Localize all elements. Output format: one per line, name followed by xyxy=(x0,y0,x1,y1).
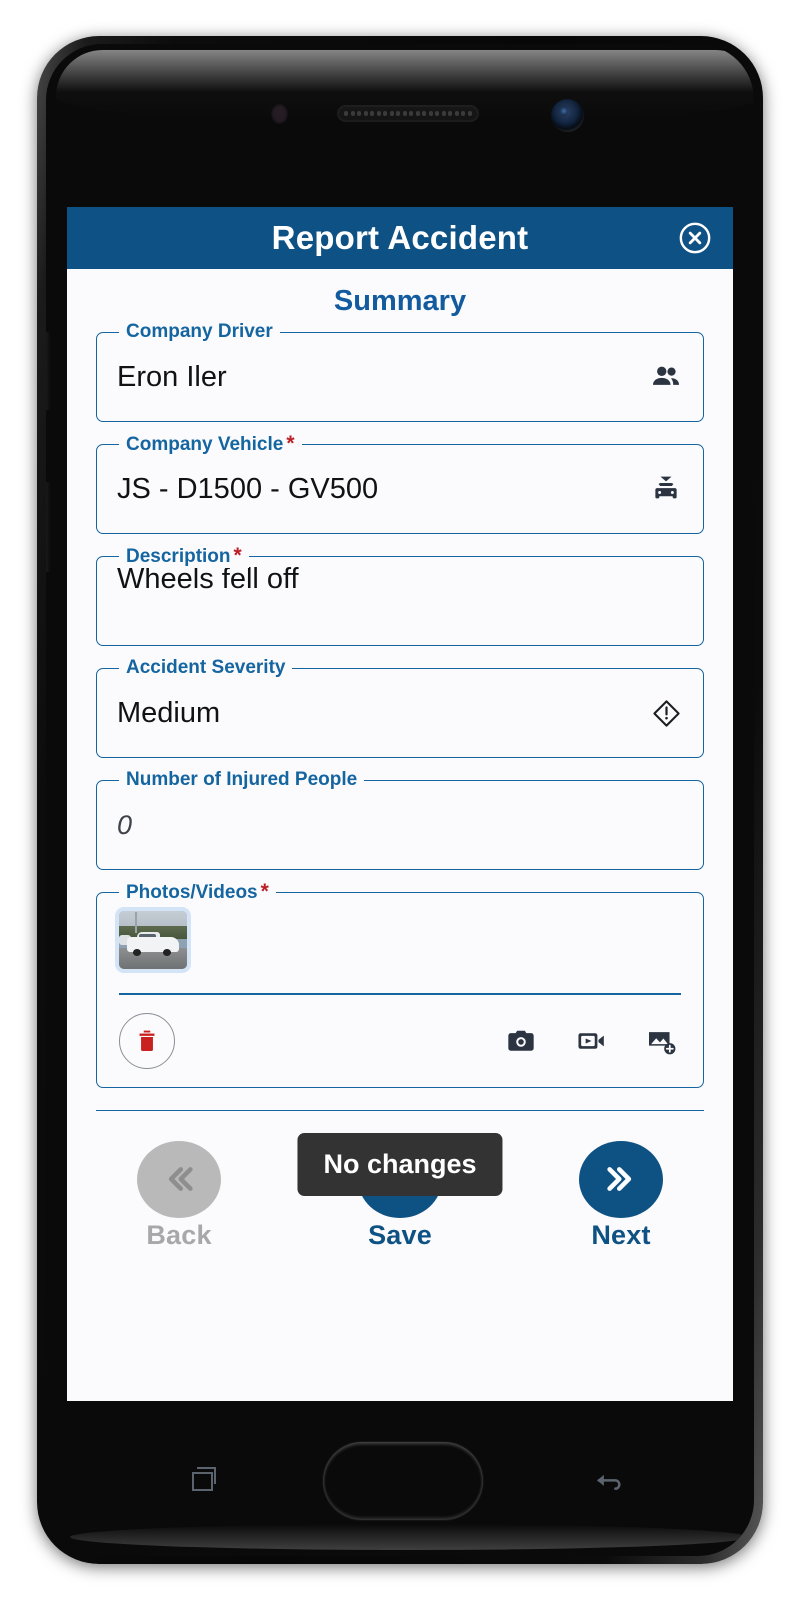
taxi-car-icon[interactable] xyxy=(649,472,683,506)
field-description[interactable]: Description * Wheels fell off xyxy=(96,545,704,646)
front-camera-icon xyxy=(551,99,584,132)
bottom-navigation: Back Save Next No changes xyxy=(67,1111,733,1251)
required-asterisk: * xyxy=(260,880,269,903)
double-chevron-right-icon xyxy=(579,1140,663,1218)
field-value-company-driver: Eron Iler xyxy=(117,360,227,393)
field-company-vehicle[interactable]: Company Vehicle * JS - D1500 - GV500 xyxy=(96,433,704,534)
earpiece-speaker xyxy=(338,106,478,121)
field-label-company-vehicle: Company Vehicle * xyxy=(119,433,302,456)
field-value-company-vehicle: JS - D1500 - GV500 xyxy=(117,472,379,505)
photo-thumbnail[interactable] xyxy=(115,907,191,973)
next-button[interactable]: Next xyxy=(561,1140,681,1251)
field-accident-severity[interactable]: Accident Severity Medium xyxy=(96,657,704,758)
close-circle-icon[interactable] xyxy=(678,221,712,255)
trash-icon[interactable] xyxy=(119,1012,175,1069)
field-number-of-injured-people[interactable]: Number of Injured People 0 xyxy=(96,769,704,870)
required-asterisk: * xyxy=(286,432,295,455)
phone-device: Report Accident Summary Company Driver E… xyxy=(37,36,763,1564)
volume-down-button[interactable] xyxy=(46,482,51,572)
field-photos-videos: Photos/Videos * xyxy=(96,881,704,1088)
field-company-driver[interactable]: Company Driver Eron Iler xyxy=(96,321,704,422)
phone-body: Report Accident Summary Company Driver E… xyxy=(46,44,754,1556)
double-chevron-left-icon xyxy=(137,1140,221,1218)
field-label-company-driver: Company Driver xyxy=(119,321,280,343)
add-image-icon[interactable] xyxy=(645,1025,677,1057)
android-navigation-bar xyxy=(46,1406,754,1556)
people-icon[interactable] xyxy=(649,360,683,394)
proximity-sensor-icon xyxy=(271,104,288,124)
home-button[interactable] xyxy=(323,1442,483,1520)
accident-form: Company Driver Eron Iler Company Vehicle… xyxy=(67,321,733,1088)
back-button[interactable]: Back xyxy=(119,1140,239,1251)
field-value-accident-severity: Medium xyxy=(117,696,221,729)
field-label-number-of-injured-people: Number of Injured People xyxy=(119,769,365,791)
back-button-label: Back xyxy=(146,1219,212,1250)
app-title: Report Accident xyxy=(271,219,529,256)
warning-diamond-icon[interactable] xyxy=(650,697,683,730)
next-button-label: Next xyxy=(591,1219,651,1250)
field-label-accident-severity: Accident Severity xyxy=(119,657,293,679)
phone-screen: Report Accident Summary Company Driver E… xyxy=(67,207,733,1401)
recent-apps-icon[interactable] xyxy=(187,1466,217,1492)
field-label-photos-videos: Photos/Videos * xyxy=(119,881,276,904)
back-nav-icon[interactable] xyxy=(586,1464,626,1496)
media-action-icons xyxy=(505,1025,677,1057)
volume-up-button[interactable] xyxy=(46,332,51,410)
save-button-label: Save xyxy=(368,1219,432,1250)
toast-message: No changes xyxy=(297,1132,503,1196)
app-header: Report Accident xyxy=(67,207,733,269)
required-asterisk: * xyxy=(233,544,242,567)
field-value-number-of-injured-people: 0 xyxy=(117,809,133,840)
camera-icon[interactable] xyxy=(505,1025,537,1057)
field-label-description: Description * xyxy=(119,545,249,568)
video-camera-icon[interactable] xyxy=(575,1025,607,1057)
photo-thumbnail-list xyxy=(115,907,685,977)
